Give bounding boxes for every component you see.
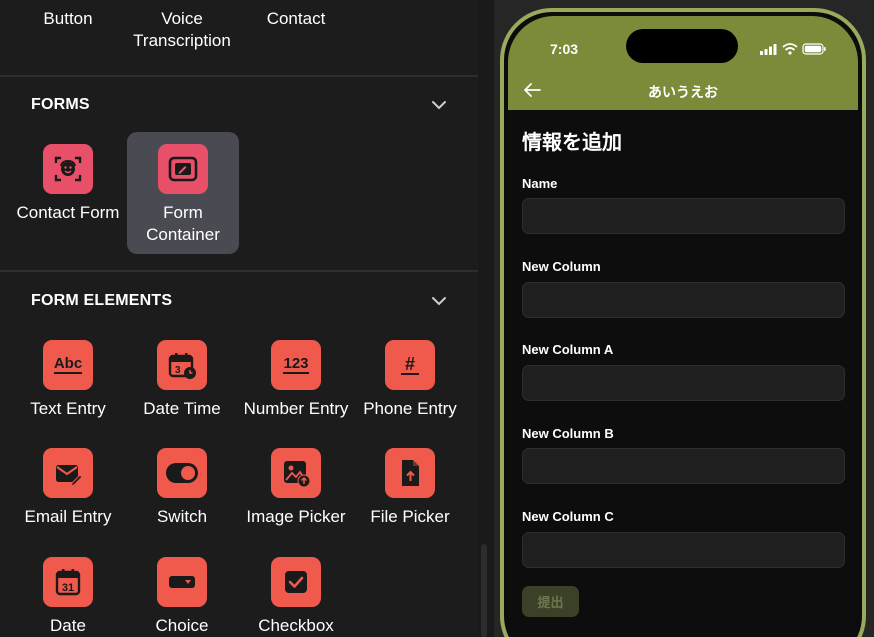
component-label: Checkbox	[258, 616, 334, 635]
chevron-down-icon[interactable]	[430, 292, 448, 310]
phone-screen: 7:03 あいうえお 情報を追加 Name New Column New Col…	[508, 16, 858, 637]
battery-icon	[802, 43, 826, 55]
component-label: Contact	[266, 9, 326, 28]
component-label: Date Time	[143, 399, 221, 418]
component-file-picker[interactable]: File Picker	[354, 436, 466, 558]
status-time: 7:03	[550, 41, 579, 57]
app-root: Button Voice Transcription Contact FORMS…	[0, 0, 874, 637]
new-column-input[interactable]	[522, 282, 845, 318]
component-number-entry[interactable]: 123 Number Entry	[240, 328, 352, 450]
field-label-new-column-c: New Column C	[522, 509, 614, 524]
signal-icon	[760, 44, 777, 55]
component-label: Choice	[155, 616, 209, 635]
field-label-name: Name	[522, 176, 558, 191]
component-label: Contact Form	[16, 203, 120, 222]
svg-text:3: 3	[175, 365, 181, 376]
contact-face-icon	[43, 144, 93, 194]
component-label: Form Container	[146, 203, 220, 244]
panel-scrollbar[interactable]	[481, 544, 487, 637]
field-label-new-column-a: New Column A	[522, 342, 614, 357]
file-upload-icon	[385, 448, 435, 498]
component-label: Image Picker	[246, 507, 346, 526]
component-label: Email Entry	[24, 507, 112, 526]
dynamic-island	[626, 29, 738, 63]
submit-button[interactable]: 提出	[522, 586, 579, 617]
hash-icon: #	[385, 340, 435, 390]
dropdown-icon	[157, 557, 207, 607]
edit-frame-icon	[158, 144, 208, 194]
component-contact-form[interactable]: Contact Form	[12, 132, 124, 254]
component-label: File Picker	[370, 507, 450, 526]
calendar-icon: 31	[43, 557, 93, 607]
component-choice[interactable]: Choice	[126, 545, 238, 637]
toggle-icon	[157, 448, 207, 498]
component-date-time[interactable]: 3 Date Time	[126, 328, 238, 450]
component-date[interactable]: 31 Date	[12, 545, 124, 637]
component-image-picker[interactable]: Image Picker	[240, 436, 352, 558]
component-button[interactable]: Button	[8, 8, 128, 30]
svg-text:31: 31	[62, 582, 74, 594]
components-panel: Button Voice Transcription Contact FORMS…	[0, 0, 478, 637]
form-elements-section-title: FORM ELEMENTS	[31, 292, 173, 309]
status-icons	[760, 43, 826, 55]
component-checkbox[interactable]: Checkbox	[240, 545, 352, 637]
field-label-new-column: New Column	[522, 259, 601, 274]
section-divider	[0, 270, 478, 272]
form-title: 情報を追加	[522, 132, 622, 154]
component-switch[interactable]: Switch	[126, 436, 238, 558]
component-label: Button	[43, 9, 93, 28]
component-label: Number Entry	[243, 399, 349, 418]
new-column-b-input[interactable]	[522, 448, 845, 484]
component-label: Date	[50, 616, 86, 635]
email-edit-icon	[43, 448, 93, 498]
component-phone-entry[interactable]: # Phone Entry	[354, 328, 466, 450]
component-label: Switch	[156, 507, 208, 526]
section-divider	[0, 75, 478, 77]
component-voice-transcription[interactable]: Voice Transcription	[122, 8, 242, 52]
field-label-new-column-b: New Column B	[522, 426, 614, 441]
new-column-c-input[interactable]	[522, 532, 845, 568]
name-input[interactable]	[522, 198, 845, 234]
component-form-container[interactable]: Form Container	[127, 132, 239, 254]
new-column-a-input[interactable]	[522, 365, 845, 401]
number-123-icon: 123	[271, 340, 321, 390]
forms-section-title: FORMS	[31, 96, 90, 113]
component-contact[interactable]: Contact	[236, 8, 356, 30]
app-bar: 7:03 あいうえお	[508, 16, 858, 110]
component-label: Text Entry	[30, 399, 106, 418]
calendar-clock-icon: 3	[157, 340, 207, 390]
component-label: Phone Entry	[363, 399, 457, 418]
image-upload-icon	[271, 448, 321, 498]
chevron-down-icon[interactable]	[430, 96, 448, 114]
component-email-entry[interactable]: Email Entry	[12, 436, 124, 558]
component-label: Voice Transcription	[133, 9, 231, 50]
checkbox-icon	[271, 557, 321, 607]
text-abc-icon: Abc	[43, 340, 93, 390]
phone-frame: 7:03 あいうえお 情報を追加 Name New Column New Col…	[500, 8, 866, 637]
component-text-entry[interactable]: Abc Text Entry	[12, 328, 124, 450]
nav-title: あいうえお	[648, 84, 718, 100]
wifi-icon	[782, 43, 798, 55]
